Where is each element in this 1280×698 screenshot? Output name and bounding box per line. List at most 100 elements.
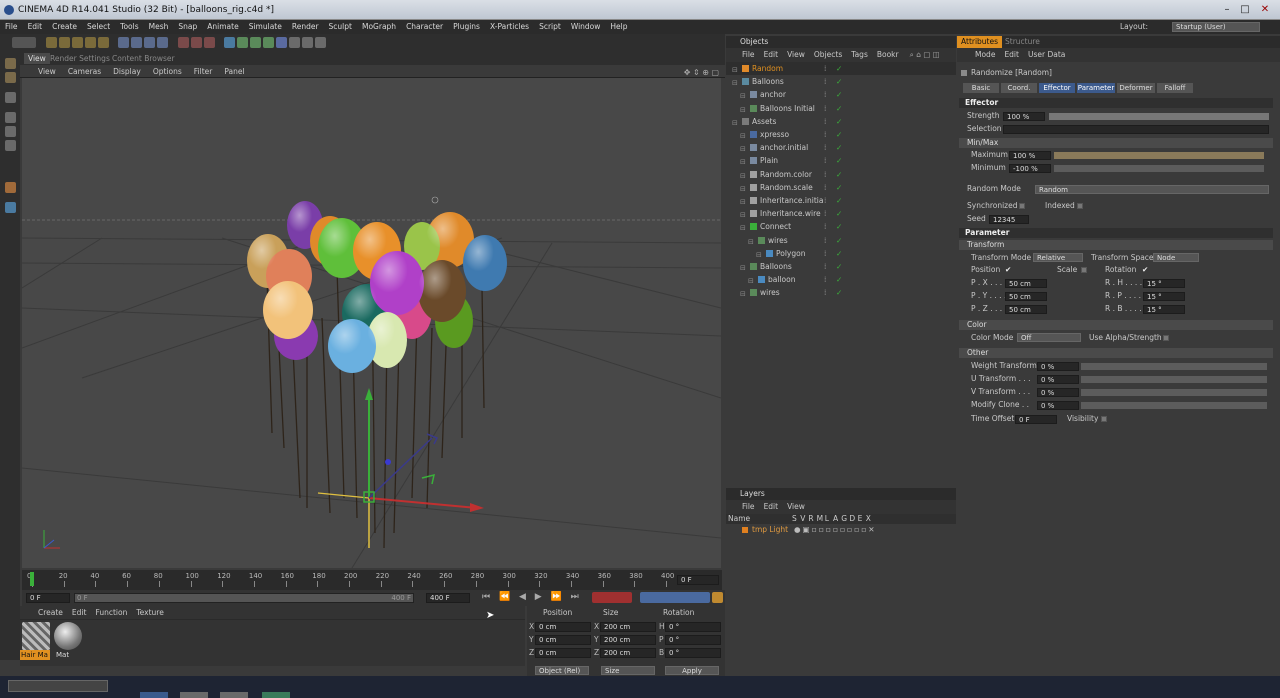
tab-render-settings[interactable]: Render Settings: [46, 53, 114, 64]
p-axis-field[interactable]: 50 cm: [1005, 305, 1047, 314]
object-name[interactable]: Random.color: [760, 168, 812, 181]
object-name[interactable]: Balloons: [752, 75, 784, 88]
object-name[interactable]: Random.scale: [760, 181, 813, 194]
section-transform[interactable]: Transform: [959, 240, 1273, 250]
enabled-check-icon[interactable]: ✓: [836, 220, 842, 233]
object-row[interactable]: ⊟ Random ⁞ ✓: [726, 62, 956, 75]
edges-mode-icon[interactable]: [5, 126, 16, 137]
coord-rotation-field[interactable]: 0 °: [665, 648, 721, 658]
scale-checkbox[interactable]: [1081, 267, 1087, 273]
object-row[interactable]: ⊟ Balloons ⁞ ✓: [726, 260, 956, 273]
object-name[interactable]: Balloons: [760, 260, 792, 273]
enabled-check-icon[interactable]: ✓: [836, 128, 842, 141]
menu-edit[interactable]: Edit: [23, 20, 48, 34]
model-mode-icon[interactable]: [5, 72, 16, 83]
enabled-check-icon[interactable]: ✓: [836, 194, 842, 207]
object-row[interactable]: ⊟ anchor ⁞ ✓: [726, 88, 956, 101]
camera-icon[interactable]: [302, 37, 313, 48]
taskbar-app-icon-3[interactable]: [220, 692, 248, 698]
menu-animate[interactable]: Animate: [202, 20, 243, 34]
current-frame-field[interactable]: 0 F: [677, 575, 719, 585]
enabled-check-icon[interactable]: ✓: [836, 62, 842, 75]
object-name[interactable]: wires: [760, 286, 780, 299]
visibility-dots-icon[interactable]: ⁞: [824, 128, 826, 141]
maximum-slider[interactable]: [1054, 152, 1264, 159]
points-mode-icon[interactable]: [5, 112, 16, 123]
objects-menu-view[interactable]: View: [787, 50, 805, 59]
viewport-menu-cameras[interactable]: Cameras: [68, 67, 101, 76]
coord-rotation-field[interactable]: 0 °: [665, 635, 721, 645]
material-menu-function[interactable]: Function: [95, 608, 127, 617]
position-checkbox[interactable]: ✔: [1005, 264, 1011, 276]
layer-column-header[interactable]: R: [808, 514, 813, 524]
object-row[interactable]: ⊟ Balloons ⁞ ✓: [726, 75, 956, 88]
layer-column-header[interactable]: G: [841, 514, 847, 524]
object-name[interactable]: Balloons Initial: [760, 102, 815, 115]
enabled-check-icon[interactable]: ✓: [836, 234, 842, 247]
object-row[interactable]: ⊟ Plain ⁞ ✓: [726, 154, 956, 167]
r-axis-field[interactable]: 15 °: [1143, 292, 1185, 301]
apply-button[interactable]: Apply: [665, 666, 719, 675]
subtab-parameter[interactable]: Parameter: [1077, 83, 1115, 93]
attributes-menu-edit[interactable]: Edit: [1004, 50, 1019, 59]
object-row[interactable]: ⊟ Random.color ⁞ ✓: [726, 168, 956, 181]
objects-menu-file[interactable]: File: [742, 50, 755, 59]
subtab-coord[interactable]: Coord.: [1001, 83, 1037, 93]
menu-select[interactable]: Select: [82, 20, 115, 34]
other-param-field[interactable]: 0 %: [1037, 401, 1079, 410]
move-icon[interactable]: [59, 37, 70, 48]
texture-mode-icon[interactable]: [5, 92, 16, 103]
rotation-checkbox[interactable]: ✔: [1142, 264, 1148, 276]
other-param-slider[interactable]: [1081, 376, 1267, 383]
record-keys-icon[interactable]: [592, 592, 632, 603]
layer-name[interactable]: tmp Light: [752, 524, 788, 536]
3d-viewport[interactable]: [22, 78, 721, 568]
coord-size-field[interactable]: 200 cm: [600, 648, 656, 658]
visibility-dots-icon[interactable]: ⁞: [824, 286, 826, 299]
object-row[interactable]: ⊟ Random.scale ⁞ ✓: [726, 181, 956, 194]
menu-help[interactable]: Help: [605, 20, 632, 34]
maximize-icon[interactable]: □: [1238, 3, 1252, 17]
layer-column-header[interactable]: D: [849, 514, 855, 524]
render-view-icon[interactable]: [178, 37, 189, 48]
enabled-check-icon[interactable]: ✓: [836, 115, 842, 128]
enabled-check-icon[interactable]: ✓: [836, 207, 842, 220]
enabled-check-icon[interactable]: ✓: [836, 168, 842, 181]
deformer-icon[interactable]: [276, 37, 287, 48]
enabled-check-icon[interactable]: ✓: [836, 154, 842, 167]
strength-field[interactable]: 100 %: [1003, 112, 1045, 121]
object-name[interactable]: Assets: [752, 115, 776, 128]
taskbar-app-icon[interactable]: [140, 692, 168, 698]
selection-field[interactable]: [1003, 125, 1269, 134]
section-other[interactable]: Other: [959, 348, 1273, 358]
enabled-check-icon[interactable]: ✓: [836, 181, 842, 194]
coord-size-field[interactable]: 200 cm: [600, 635, 656, 645]
menu-simulate[interactable]: Simulate: [244, 20, 287, 34]
transform-mode-select[interactable]: Relative: [1033, 253, 1083, 262]
attributes-menu-mode[interactable]: Mode: [975, 50, 995, 59]
section-minmax[interactable]: Min/Max: [959, 138, 1273, 148]
visibility-dots-icon[interactable]: ⁞: [824, 62, 826, 75]
visibility-dots-icon[interactable]: ⁞: [824, 260, 826, 273]
enabled-check-icon[interactable]: ✓: [836, 88, 842, 101]
spline-pen-icon[interactable]: [237, 37, 248, 48]
minimize-icon[interactable]: –: [1220, 3, 1234, 17]
object-row[interactable]: ⊟ Polygon ⁞ ✓: [726, 247, 956, 260]
object-row[interactable]: ⊟ Connect ⁞ ✓: [726, 220, 956, 233]
material-menu-texture[interactable]: Texture: [136, 608, 163, 617]
light-icon[interactable]: [315, 37, 326, 48]
coord-position-field[interactable]: 0 cm: [535, 622, 591, 632]
x-axis-icon[interactable]: [118, 37, 129, 48]
time-offset-field[interactable]: 0 F: [1015, 415, 1057, 424]
enabled-check-icon[interactable]: ✓: [836, 247, 842, 260]
enabled-check-icon[interactable]: ✓: [836, 286, 842, 299]
object-row[interactable]: ⊟ xpresso ⁞ ✓: [726, 128, 956, 141]
visibility-dots-icon[interactable]: ⁞: [824, 168, 826, 181]
material-menu-edit[interactable]: Edit: [72, 608, 87, 617]
object-name[interactable]: Connect: [760, 220, 791, 233]
last-tool-icon[interactable]: [98, 37, 109, 48]
visibility-dots-icon[interactable]: ⁞: [824, 234, 826, 247]
scene-icon[interactable]: [289, 37, 300, 48]
snap-icon[interactable]: [5, 202, 16, 213]
menu-tools[interactable]: Tools: [115, 20, 143, 34]
